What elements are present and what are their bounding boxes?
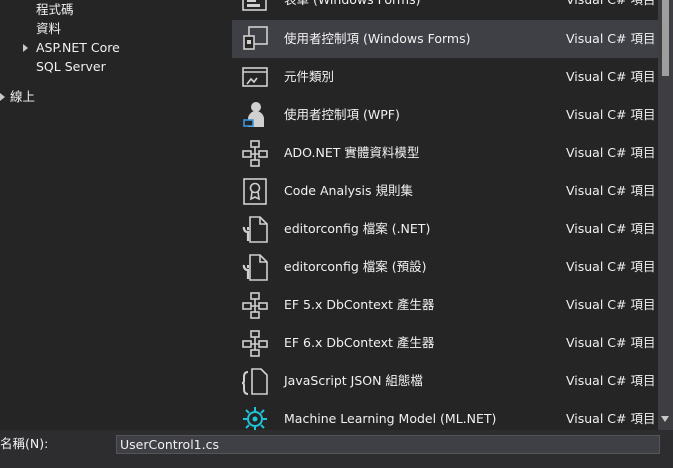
template-language: Visual C# 項目: [566, 69, 656, 84]
list-item[interactable]: editorconfig 檔案 (預設) Visual C# 項目: [232, 248, 658, 286]
ruleset-icon: [243, 178, 267, 205]
template-name: 使用者控制項 (WPF): [284, 107, 400, 122]
list-item[interactable]: EF 6.x DbContext 產生器 Visual C# 項目: [232, 324, 658, 362]
component-class-icon: [242, 67, 268, 87]
tree-item-sql-server[interactable]: SQL Server: [36, 57, 106, 76]
category-tree: 程式碼 資料 ASP.NET Core SQL Server 線上: [0, 0, 232, 430]
data-model-icon: [242, 292, 268, 319]
expand-arrow-icon[interactable]: [0, 93, 5, 101]
template-name: ADO.NET 實體資料模型: [284, 145, 420, 160]
template-language: Visual C# 項目: [566, 145, 656, 160]
template-language: Visual C# 項目: [566, 297, 656, 312]
name-input[interactable]: [116, 435, 660, 454]
template-language: Visual C# 項目: [566, 183, 656, 198]
list-item[interactable]: ADO.NET 實體資料模型 Visual C# 項目: [232, 134, 658, 172]
list-item[interactable]: editorconfig 檔案 (.NET) Visual C# 項目: [232, 210, 658, 248]
template-name: JavaScript JSON 組態檔: [284, 373, 423, 388]
template-language: Visual C# 項目: [566, 0, 655, 19]
template-language: Visual C# 項目: [566, 221, 656, 236]
list-item[interactable]: Machine Learning Model (ML.NET) Visual C…: [232, 400, 658, 430]
template-language: Visual C# 項目: [566, 31, 656, 46]
template-name: 元件類別: [284, 69, 335, 84]
template-list: 表單 (Windows Forms) Visual C# 項目 使用者控制項 (…: [232, 0, 658, 430]
template-language: Visual C# 項目: [566, 335, 656, 350]
data-model-icon: [242, 330, 268, 357]
template-name: Code Analysis 規則集: [284, 183, 413, 198]
template-name: 使用者控制項 (Windows Forms): [284, 31, 471, 46]
list-item[interactable]: 使用者控制項 (WPF) Visual C# 項目: [232, 96, 658, 134]
scrollbar-thumb[interactable]: [662, 0, 669, 76]
template-language: Visual C# 項目: [566, 259, 656, 274]
form-icon: [242, 0, 267, 11]
wpf-user-control-icon: [243, 102, 264, 127]
vertical-scrollbar[interactable]: [658, 0, 673, 430]
ml-model-icon: [243, 407, 267, 430]
config-file-icon: [242, 254, 268, 281]
tree-item-code[interactable]: 程式碼: [36, 0, 74, 19]
list-item[interactable]: Code Analysis 規則集 Visual C# 項目: [232, 172, 658, 210]
template-language: Visual C# 項目: [566, 373, 656, 388]
expand-arrow-icon[interactable]: [23, 44, 28, 52]
template-name: EF 6.x DbContext 產生器: [284, 335, 435, 350]
json-file-icon: [241, 368, 268, 395]
tree-item-aspnet-core[interactable]: ASP.NET Core: [36, 38, 120, 57]
list-item[interactable]: 元件類別 Visual C# 項目: [232, 58, 658, 96]
scroll-down-arrow-icon[interactable]: [661, 416, 669, 422]
list-item[interactable]: EF 5.x DbContext 產生器 Visual C# 項目: [232, 286, 658, 324]
list-item[interactable]: JavaScript JSON 組態檔 Visual C# 項目: [232, 362, 658, 400]
tree-item-online[interactable]: 線上: [10, 87, 35, 106]
template-name: 表單 (Windows Forms): [284, 0, 421, 19]
template-language: Visual C# 項目: [566, 411, 656, 426]
config-file-icon: [242, 216, 268, 243]
template-name: Machine Learning Model (ML.NET): [284, 411, 497, 426]
data-model-icon: [242, 140, 268, 167]
template-name: editorconfig 檔案 (.NET): [284, 221, 431, 236]
template-name: editorconfig 檔案 (預設): [284, 259, 427, 274]
tree-item-data[interactable]: 資料: [36, 19, 61, 38]
template-name: EF 5.x DbContext 產生器: [284, 297, 435, 312]
name-label: 名稱(N):: [0, 436, 49, 451]
list-item[interactable]: 使用者控制項 (Windows Forms) Visual C# 項目: [232, 20, 658, 58]
user-control-icon: [243, 26, 268, 50]
list-item[interactable]: 表單 (Windows Forms) Visual C# 項目: [232, 0, 658, 19]
name-field-row: 名稱(N):: [0, 430, 673, 468]
template-language: Visual C# 項目: [566, 107, 656, 122]
add-new-item-dialog: 程式碼 資料 ASP.NET Core SQL Server 線上 表單 (Wi…: [0, 0, 673, 468]
